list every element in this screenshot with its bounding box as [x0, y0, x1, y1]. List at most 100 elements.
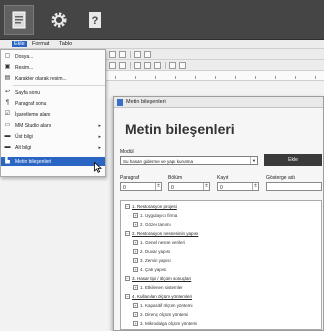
expand-icon[interactable]: +	[133, 258, 138, 263]
document-icon	[12, 11, 26, 29]
menu-insert[interactable]: Ekle	[12, 41, 27, 47]
toolbar-separator	[165, 62, 166, 69]
menu-item-label: Sayfa sonu	[15, 90, 41, 96]
add-button[interactable]: Ekle	[264, 154, 322, 166]
insert-field-icon[interactable]	[179, 62, 186, 69]
file-icon: ▢	[4, 53, 11, 59]
expand-icon[interactable]: +	[133, 222, 138, 227]
menu-item-image-as-character[interactable]: ▤ Karakter olarak resim...	[1, 74, 105, 83]
section-value: 0	[171, 184, 174, 191]
image-icon: ▣	[4, 64, 11, 70]
mouse-cursor-icon	[94, 162, 102, 173]
stepper-icon[interactable]: ±	[155, 183, 161, 190]
menu-item-page-break[interactable]: ↩ Sayfa sonu	[1, 88, 105, 97]
expand-icon[interactable]: +	[133, 285, 138, 290]
paragraph-label: Paragraf	[120, 175, 140, 181]
help-button[interactable]: ?	[80, 5, 110, 35]
checkbox-icon: ☑	[4, 111, 11, 117]
app-toolbar: ?	[0, 0, 324, 40]
paragraph-value: 0	[123, 184, 126, 191]
stepper-icon[interactable]: ±	[252, 183, 258, 190]
menu-bar: Ekle Format Tablo	[0, 40, 324, 49]
expand-icon[interactable]: +	[133, 240, 138, 245]
menu-item-text-components[interactable]: ▙ Metin bileşenleri	[1, 157, 105, 166]
toolbar-separator	[130, 62, 131, 69]
menu-item-label: Dosya...	[15, 54, 34, 60]
module-select[interactable]: Su hasarı giderme ve yapı kurutma ▼	[120, 156, 258, 165]
module-select-value: Su hasarı giderme ve yapı kurutma	[123, 158, 194, 164]
section-label: Bölüm	[168, 175, 183, 181]
pilcrow-icon[interactable]	[169, 62, 176, 69]
display-name-label: Gösterge adı	[266, 175, 295, 181]
frame-tool-icon[interactable]	[119, 51, 126, 58]
menu-item-label: İşaretleme alanı	[15, 112, 51, 118]
menu-item-label: Paragraf sonu	[15, 101, 47, 107]
paragraph-stepper[interactable]: 0 ±	[120, 182, 162, 191]
menu-item-markup-field[interactable]: ☑ İşaretleme alanı	[1, 110, 105, 119]
expand-icon[interactable]: +	[133, 312, 138, 317]
expand-icon[interactable]: +	[133, 303, 138, 308]
menu-item-label: Üst bilgi	[15, 134, 33, 140]
menu-item-image[interactable]: ▣ Resim...	[1, 63, 105, 72]
text-components-dialog: Metin bileşenleri Metin bileşenleri Modü…	[113, 96, 324, 331]
table-tool-icon[interactable]	[109, 51, 116, 58]
menu-item-label: MM Studio alanı	[15, 123, 52, 129]
bullet-list-icon[interactable]	[134, 62, 141, 69]
menu-item-label: Alt bilgi	[15, 145, 32, 151]
expand-icon[interactable]: +	[133, 321, 138, 326]
image-char-icon: ▤	[4, 75, 11, 81]
component-tree[interactable]: −1. Restorasyon projesi +1. Uygulayıcı f…	[120, 200, 322, 330]
expand-icon[interactable]: +	[133, 267, 138, 272]
header-icon: ▬	[4, 133, 11, 139]
dialog-titlebar[interactable]: Metin bileşenleri	[114, 97, 323, 108]
document-button[interactable]	[4, 5, 34, 35]
chevron-right-icon: ▸	[98, 123, 101, 129]
text-component-icon: ▙	[5, 158, 10, 164]
page-break-icon: ↩	[4, 89, 11, 95]
menu-item-paragraph-break[interactable]: ¶ Paragraf sonu	[1, 99, 105, 108]
collapse-icon[interactable]: −	[125, 231, 130, 236]
menu-table[interactable]: Tablo	[59, 41, 72, 47]
help-icon: ?	[89, 12, 101, 28]
svg-text:?: ?	[92, 15, 99, 27]
toolbar-separator	[130, 51, 131, 58]
section-stepper[interactable]: 0 ±	[168, 182, 210, 191]
menu-format[interactable]: Format	[32, 41, 49, 47]
record-stepper[interactable]: 0 ±	[217, 182, 259, 191]
dialog-title: Metin bileşenleri	[126, 99, 166, 105]
dialog-heading: Metin bileşenleri	[125, 121, 235, 137]
menu-item-label: Karakter olarak resim...	[15, 76, 67, 82]
editor-toolbar-2	[105, 60, 324, 71]
insert-menu: ▢ Dosya... ▣ Resim... ▤ Karakter olarak …	[0, 49, 106, 177]
menu-item-label: Metin bileşenleri	[15, 159, 52, 165]
module-label: Modül	[120, 149, 134, 155]
chevron-down-icon[interactable]: ▼	[250, 157, 257, 164]
menu-item-label: Resim...	[15, 65, 34, 71]
align-left-icon[interactable]	[109, 62, 116, 69]
gear-icon	[51, 12, 67, 28]
chevron-right-icon: ▸	[98, 134, 101, 140]
align-center-icon[interactable]	[119, 62, 126, 69]
display-name-input[interactable]	[266, 182, 322, 191]
collapse-icon[interactable]: −	[125, 204, 130, 209]
expand-icon[interactable]: +	[133, 249, 138, 254]
menu-item-file[interactable]: ▢ Dosya...	[1, 52, 105, 61]
collapse-icon[interactable]: −	[125, 276, 130, 281]
dialog-app-icon	[117, 99, 123, 106]
redo-icon[interactable]	[144, 51, 151, 58]
collapse-icon[interactable]: −	[125, 294, 130, 299]
expand-icon[interactable]: +	[133, 213, 138, 218]
menu-item-header[interactable]: ▬ Üst bilgi ▸	[1, 132, 105, 141]
menu-separator	[13, 85, 105, 86]
number-list-icon[interactable]	[144, 62, 151, 69]
indent-icon[interactable]	[154, 62, 161, 69]
settings-button[interactable]	[44, 5, 74, 35]
menu-item-footer[interactable]: ▬ Alt bilgi ▸	[1, 143, 105, 152]
undo-icon[interactable]	[134, 51, 141, 58]
paragraph-break-icon: ¶	[5, 100, 10, 106]
menu-item-mm-studio-field[interactable]: ▭ MM Studio alanı ▸	[1, 121, 105, 130]
footer-icon: ▬	[4, 144, 11, 150]
editor-toolbar-1	[105, 49, 324, 60]
ruler	[105, 71, 324, 81]
stepper-icon[interactable]: ±	[203, 183, 209, 190]
